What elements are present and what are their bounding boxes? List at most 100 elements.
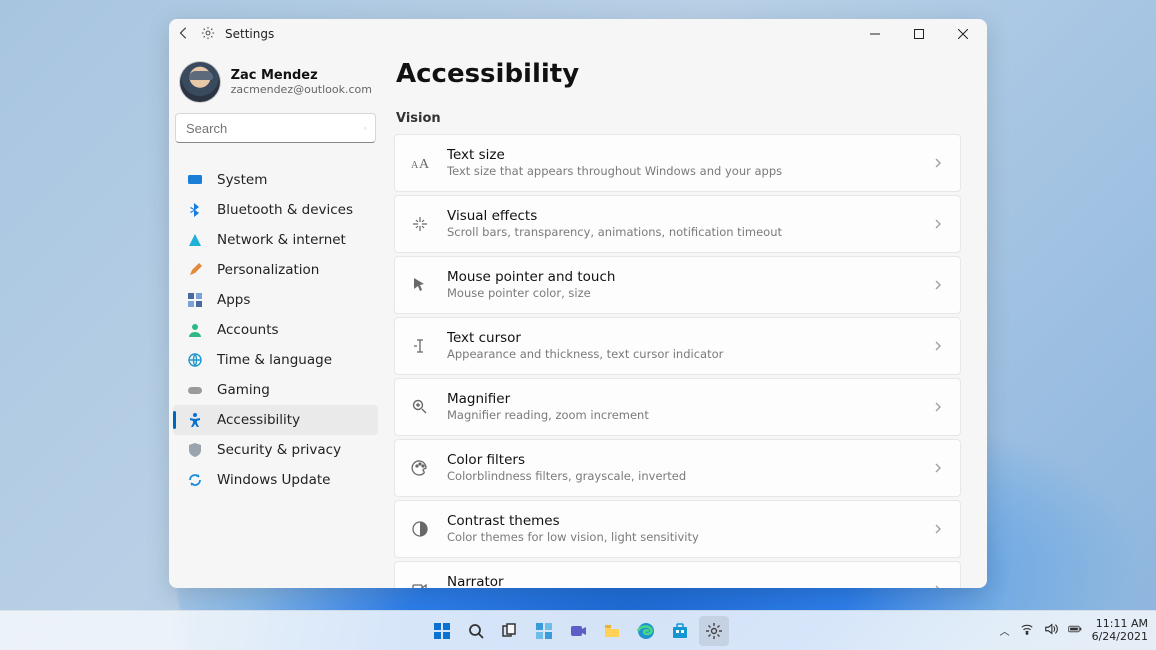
edge-button[interactable]: [631, 616, 661, 646]
chevron-right-icon: [932, 401, 944, 413]
titlebar-app-name: Settings: [225, 27, 274, 41]
narrator-icon: [411, 581, 429, 588]
sidebar-item-network[interactable]: Network & internet: [173, 225, 378, 255]
section-label-vision: Vision: [396, 111, 961, 126]
card-title: Text cursor: [447, 330, 932, 347]
chevron-right-icon: [932, 279, 944, 291]
chevron-right-icon: [932, 462, 944, 474]
chevron-right-icon: [932, 584, 944, 588]
card-desc: Color themes for low vision, light sensi…: [447, 530, 932, 544]
sidebar-item-label: Accounts: [217, 322, 279, 338]
search-button[interactable]: [461, 616, 491, 646]
clock-time: 11:11 AM: [1092, 618, 1148, 631]
card-narrator[interactable]: Narrator Voice, verbosity, keyboard, bra…: [394, 561, 961, 588]
card-desc: Appearance and thickness, text cursor in…: [447, 347, 932, 361]
card-title: Color filters: [447, 452, 932, 469]
explorer-button[interactable]: [597, 616, 627, 646]
user-email: zacmendez@outlook.com: [231, 83, 372, 96]
card-title: Contrast themes: [447, 513, 932, 530]
card-title: Narrator: [447, 574, 932, 588]
user-name: Zac Mendez: [231, 68, 372, 84]
card-mouse-pointer[interactable]: Mouse pointer and touch Mouse pointer co…: [394, 256, 961, 314]
sidebar-item-label: Windows Update: [217, 472, 330, 488]
card-desc: Text size that appears throughout Window…: [447, 164, 932, 178]
brush-icon: [187, 262, 203, 278]
sidebar: Zac Mendez zacmendez@outlook.com System …: [169, 49, 382, 588]
sidebar-item-label: Personalization: [217, 262, 319, 278]
user-block[interactable]: Zac Mendez zacmendez@outlook.com: [169, 57, 382, 113]
back-button[interactable]: [177, 26, 191, 43]
sparkle-icon: [411, 215, 429, 233]
clock[interactable]: 11:11 AM 6/24/2021: [1092, 618, 1148, 643]
card-contrast-themes[interactable]: Contrast themes Color themes for low vis…: [394, 500, 961, 558]
sidebar-item-label: Accessibility: [217, 412, 300, 428]
magnifier-icon: [411, 398, 429, 416]
sidebar-item-label: Time & language: [217, 352, 332, 368]
sidebar-item-personalization[interactable]: Personalization: [173, 255, 378, 285]
card-visual-effects[interactable]: Visual effects Scroll bars, transparency…: [394, 195, 961, 253]
svg-text:A: A: [411, 160, 419, 171]
nav-list: System Bluetooth & devices Network & int…: [169, 165, 382, 495]
sidebar-item-accounts[interactable]: Accounts: [173, 315, 378, 345]
search-icon: [364, 122, 367, 135]
taskbar: ︿ 11:11 AM 6/24/2021: [0, 610, 1156, 650]
start-button[interactable]: [427, 616, 457, 646]
svg-text:A: A: [419, 157, 429, 172]
globe-icon: [187, 352, 203, 368]
card-title: Magnifier: [447, 391, 932, 408]
chevron-right-icon: [932, 340, 944, 352]
taskbar-center: [427, 616, 729, 646]
card-desc: Colorblindness filters, grayscale, inver…: [447, 469, 932, 483]
task-view-button[interactable]: [495, 616, 525, 646]
store-button[interactable]: [665, 616, 695, 646]
widgets-button[interactable]: [529, 616, 559, 646]
sidebar-item-system[interactable]: System: [173, 165, 378, 195]
sidebar-item-label: Network & internet: [217, 232, 346, 248]
text-size-icon: AA: [411, 154, 429, 172]
maximize-button[interactable]: [897, 19, 941, 49]
card-magnifier[interactable]: Magnifier Magnifier reading, zoom increm…: [394, 378, 961, 436]
chevron-right-icon: [932, 157, 944, 169]
sidebar-item-label: Bluetooth & devices: [217, 202, 353, 218]
accessibility-icon: [187, 412, 203, 428]
sidebar-item-apps[interactable]: Apps: [173, 285, 378, 315]
card-title: Text size: [447, 147, 932, 164]
volume-icon[interactable]: [1044, 622, 1058, 639]
contrast-icon: [411, 520, 429, 538]
sidebar-item-security[interactable]: Security & privacy: [173, 435, 378, 465]
search-input[interactable]: [184, 120, 364, 137]
card-desc: Mouse pointer color, size: [447, 286, 932, 300]
teams-button[interactable]: [563, 616, 593, 646]
wifi-icon[interactable]: [1020, 622, 1034, 639]
minimize-button[interactable]: [853, 19, 897, 49]
sidebar-item-gaming[interactable]: Gaming: [173, 375, 378, 405]
sidebar-item-update[interactable]: Windows Update: [173, 465, 378, 495]
card-desc: Scroll bars, transparency, animations, n…: [447, 225, 932, 239]
clock-date: 6/24/2021: [1092, 631, 1148, 644]
battery-icon[interactable]: [1068, 622, 1082, 639]
update-icon: [187, 472, 203, 488]
close-button[interactable]: [941, 19, 985, 49]
settings-window: Settings Zac Mendez zacmendez@outlook.co…: [169, 19, 987, 588]
card-color-filters[interactable]: Color filters Colorblindness filters, gr…: [394, 439, 961, 497]
chevron-right-icon: [932, 218, 944, 230]
wifi-icon: [187, 232, 203, 248]
sidebar-item-time[interactable]: Time & language: [173, 345, 378, 375]
settings-button[interactable]: [699, 616, 729, 646]
card-text-cursor[interactable]: Text cursor Appearance and thickness, te…: [394, 317, 961, 375]
card-desc: Magnifier reading, zoom increment: [447, 408, 932, 422]
tray-overflow-button[interactable]: ︿: [1000, 623, 1010, 638]
person-icon: [187, 322, 203, 338]
card-text-size[interactable]: AA Text size Text size that appears thro…: [394, 134, 961, 192]
palette-icon: [411, 459, 429, 477]
pointer-icon: [411, 276, 429, 294]
systray: ︿ 11:11 AM 6/24/2021: [1000, 618, 1148, 643]
search-box[interactable]: [175, 113, 376, 143]
sidebar-item-accessibility[interactable]: Accessibility: [173, 405, 378, 435]
sidebar-item-label: Apps: [217, 292, 250, 308]
card-title: Visual effects: [447, 208, 932, 225]
page-title: Accessibility: [396, 59, 961, 89]
titlebar: Settings: [169, 19, 987, 49]
sidebar-item-bluetooth[interactable]: Bluetooth & devices: [173, 195, 378, 225]
bluetooth-icon: [187, 202, 203, 218]
